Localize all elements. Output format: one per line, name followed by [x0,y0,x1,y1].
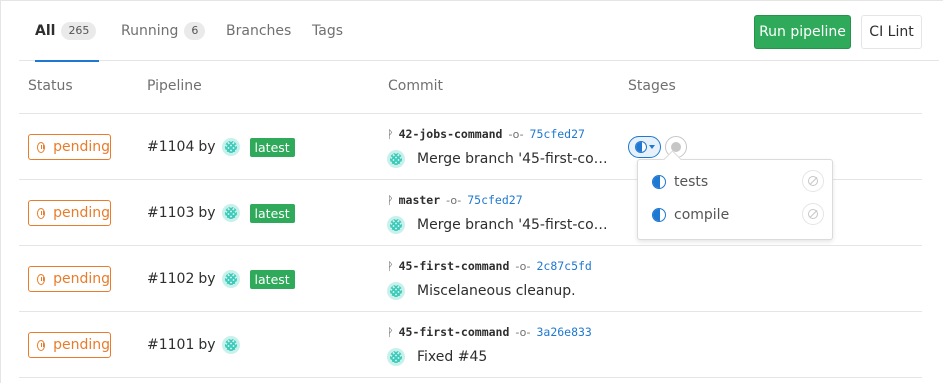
commit-cell: ᚹ 45-first-command -o- 2c87c5fd Miscelan… [387,257,627,301]
table-header: Status Pipeline Commit Stages [19,61,922,114]
tab-tags[interactable]: Tags [312,1,343,61]
branch-icon: ᚹ [387,193,394,207]
commit-icon: -o- [446,193,462,207]
tab-branches[interactable]: Branches [226,1,291,61]
pipeline-id-link[interactable]: #1101 [147,337,194,353]
commit-icon: -o- [508,127,524,141]
cancel-icon[interactable] [802,170,824,192]
pipelines-panel: All 265 Running 6 Branches Tags Run pipe… [0,0,943,383]
pipeline-cell: #1102 by latest [147,266,295,292]
branch-link[interactable]: master [399,193,441,207]
commit-sha-link[interactable]: 2c87c5fd [536,259,591,273]
commit-message-link[interactable]: Fixed #45 [417,349,487,365]
branch-link[interactable]: 45-first-command [399,259,510,273]
running-icon [652,208,666,222]
commit-icon: -o- [515,325,531,339]
avatar[interactable] [221,204,240,222]
job-name: compile [674,207,730,223]
pause-circle-icon [37,141,46,153]
pause-circle-icon [37,207,46,219]
pipeline-id-link[interactable]: #1102 [147,271,194,287]
branch-icon: ᚹ [387,127,394,141]
tab-running-count: 6 [184,22,206,40]
tab-all-count: 265 [61,22,97,40]
tab-tags-label: Tags [312,23,343,39]
chevron-down-icon [648,145,655,149]
tab-all[interactable]: All 265 [35,1,100,62]
commit-sha-link[interactable]: 75cfed27 [530,127,585,141]
column-status: Status [28,78,73,94]
commit-sha-link[interactable]: 3a26e833 [536,325,591,339]
pipeline-id-link[interactable]: #1104 [147,139,194,155]
cancel-icon[interactable] [802,203,824,225]
pipeline-cell: #1103 by latest [147,200,295,226]
branch-link[interactable]: 42-jobs-command [399,127,503,141]
branch-icon: ᚹ [387,259,394,273]
running-icon [634,141,647,153]
pipeline-id-link[interactable]: #1103 [147,205,194,221]
job-name: tests [674,174,709,190]
table-row: pending #1102 by latest ᚹ 45-first-comma… [19,246,922,312]
status-label: pending [53,205,110,221]
avatar[interactable] [387,216,405,234]
pipeline-by-label: by [198,139,216,155]
running-icon [652,175,666,189]
column-stages: Stages [628,78,676,94]
run-pipeline-button[interactable]: Run pipeline [754,15,851,49]
pipeline-by-label: by [198,271,216,287]
column-commit: Commit [388,78,443,94]
avatar[interactable] [221,336,240,354]
dropdown-item-compile[interactable]: compile [652,202,824,228]
commit-message-link[interactable]: Miscelaneous cleanup. [417,283,576,299]
status-badge[interactable]: pending [28,332,111,358]
tab-running[interactable]: Running 6 [121,1,206,61]
stage-dropdown-menu: tests compile [637,159,833,240]
latest-badge: latest [249,137,295,157]
status-badge[interactable]: pending [28,200,111,226]
avatar[interactable] [221,270,240,288]
pause-circle-icon [37,273,46,285]
avatar[interactable] [387,150,405,168]
stage-dropdown-toggle[interactable] [628,136,661,158]
branch-icon: ᚹ [387,325,394,339]
avatar[interactable] [221,138,240,156]
ci-lint-button[interactable]: CI Lint [861,15,922,49]
latest-badge: latest [249,203,295,223]
pipeline-cell: #1104 by latest [147,134,295,160]
status-label: pending [53,337,110,353]
status-label: pending [53,139,110,155]
dropdown-item-tests[interactable]: tests [652,169,824,195]
branch-link[interactable]: 45-first-command [399,325,510,339]
avatar[interactable] [387,348,405,366]
commit-message-link[interactable]: Merge branch '45-first-command' into mas… [417,151,609,167]
commit-sha-link[interactable]: 75cfed27 [467,193,522,207]
table-row: pending #1101 by ᚹ 45-first-command -o- … [19,312,922,378]
tab-all-label: All [35,23,56,39]
tab-branches-label: Branches [226,23,292,39]
status-badge[interactable]: pending [28,266,111,292]
pipeline-by-label: by [198,337,216,353]
avatar[interactable] [387,282,405,300]
latest-badge: latest [249,269,295,289]
column-pipeline: Pipeline [147,78,202,94]
commit-cell: ᚹ 42-jobs-command -o- 75cfed27 Merge bra… [387,125,627,169]
status-badge[interactable]: pending [28,134,111,160]
status-label: pending [53,271,110,287]
pipeline-by-label: by [198,205,216,221]
tab-running-label: Running [121,23,179,39]
commit-cell: ᚹ master -o- 75cfed27 Merge branch '45-f… [387,191,627,235]
commit-icon: -o- [515,259,531,273]
commit-message-link[interactable]: Merge branch '45-first-command' into mas… [417,217,609,233]
pipeline-cell: #1101 by [147,332,240,358]
pause-circle-icon [37,339,46,351]
commit-cell: ᚹ 45-first-command -o- 3a26e833 Fixed #4… [387,323,627,367]
